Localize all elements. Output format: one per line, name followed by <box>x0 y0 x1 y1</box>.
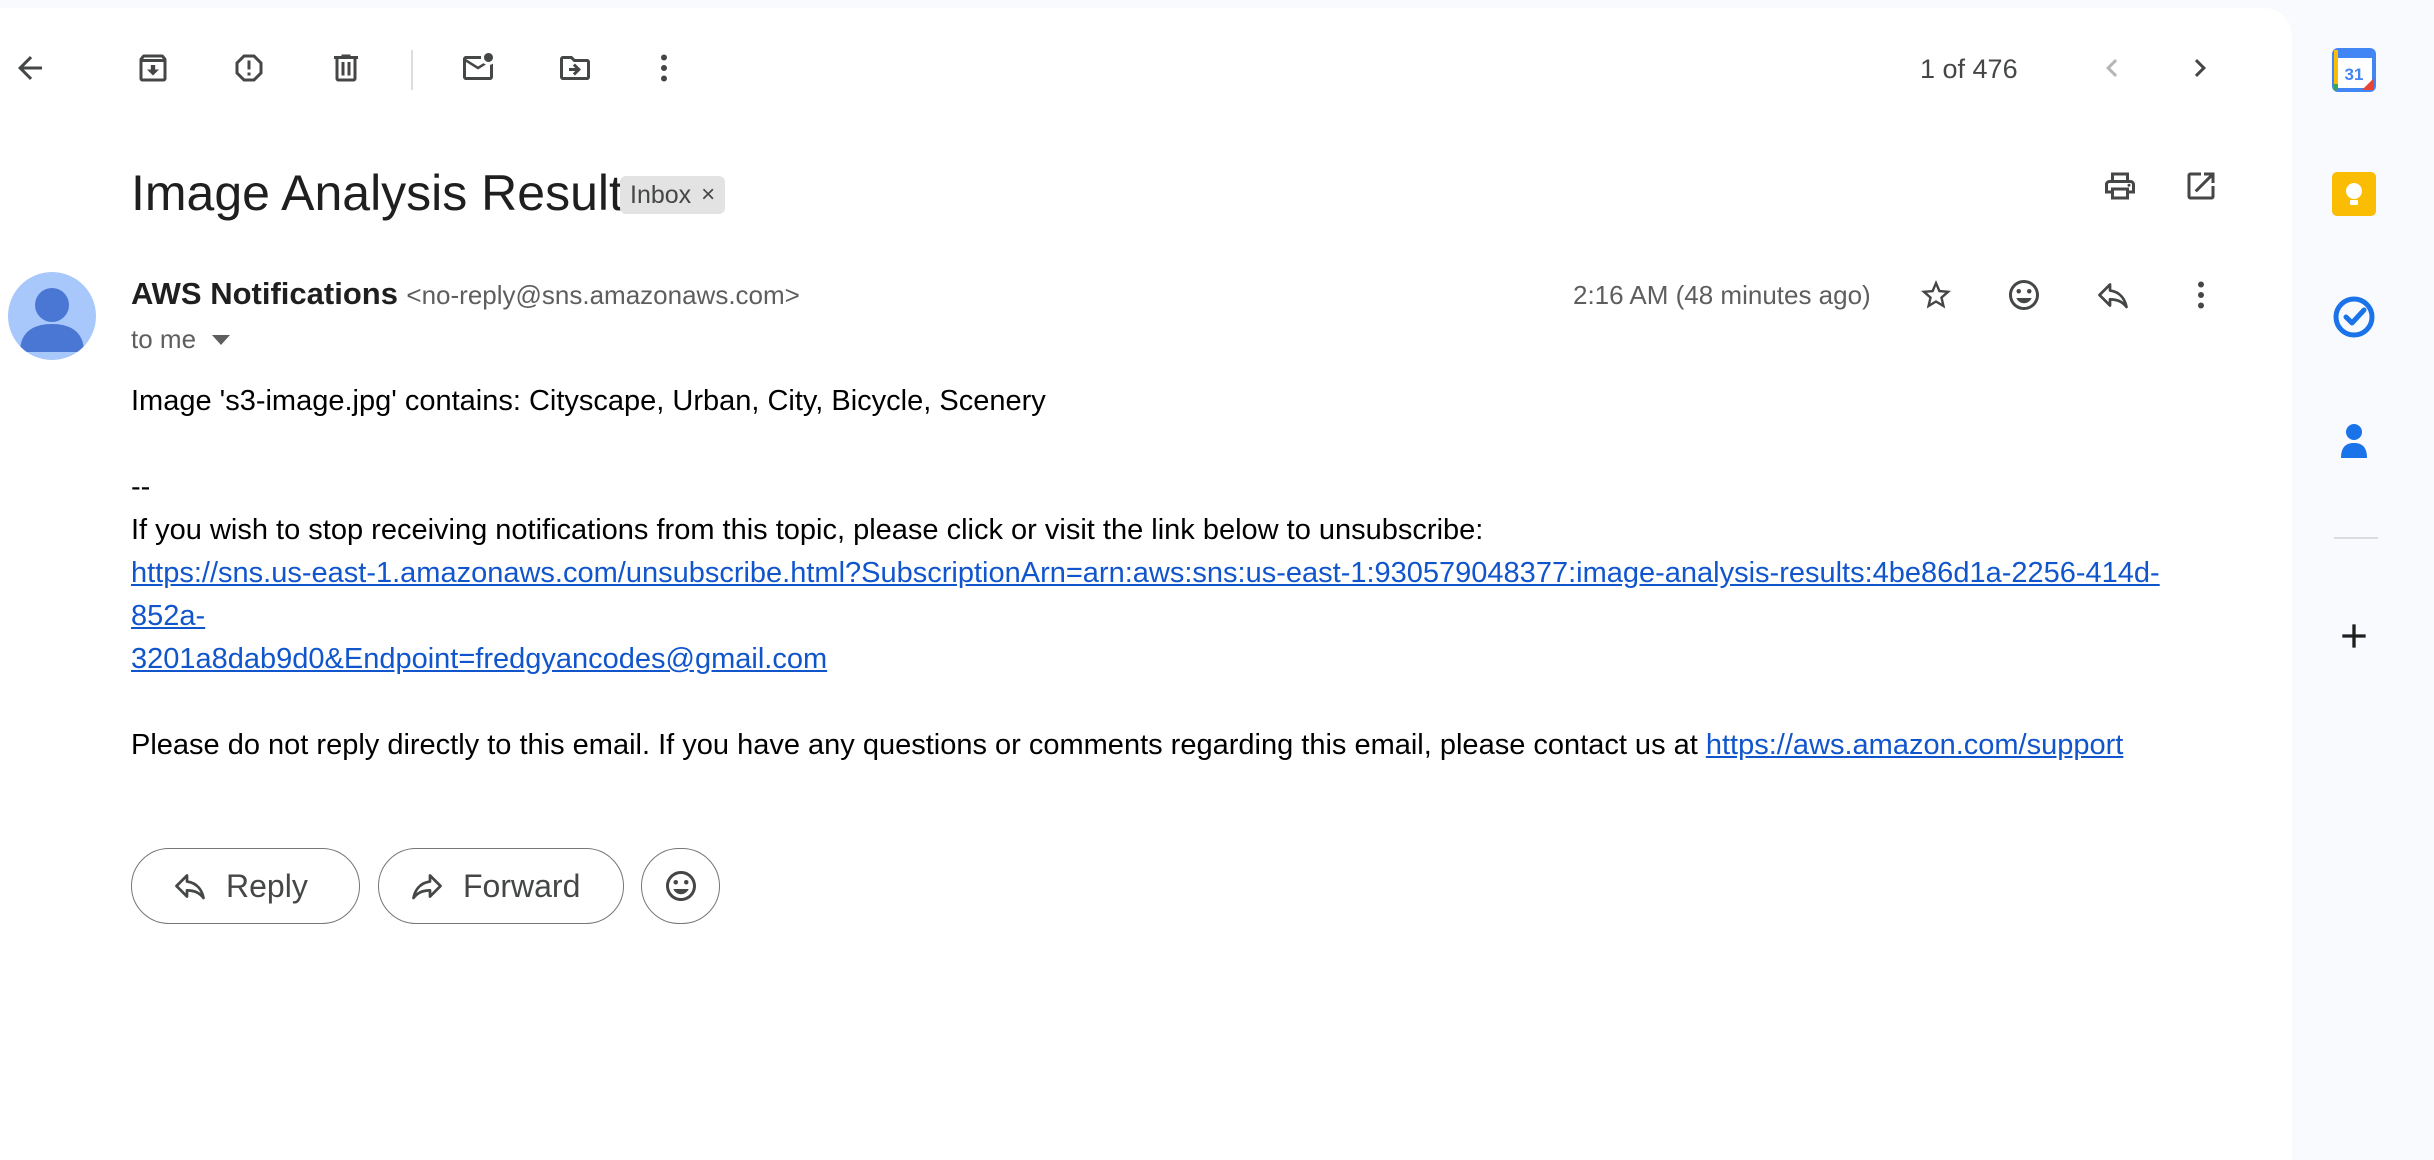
plus-icon <box>2342 624 2366 648</box>
contact-text: Please do not reply directly to this ema… <box>131 729 1706 761</box>
mark-unread-button[interactable] <box>448 38 508 98</box>
open-in-new-icon <box>2187 172 2215 200</box>
pager-count: 1 of 476 <box>1920 54 2018 84</box>
report-spam-button[interactable] <box>219 38 279 98</box>
more-options-button[interactable] <box>634 38 694 98</box>
forward-button[interactable]: Forward <box>378 848 624 924</box>
contacts-app-button[interactable] <box>2328 414 2380 466</box>
add-reaction-button[interactable] <box>1994 265 2054 325</box>
toolbar-divider <box>411 50 413 90</box>
get-addons-button[interactable] <box>2328 610 2380 662</box>
reply-label: Reply <box>226 867 308 904</box>
email-timestamp: 2:16 AM (48 minutes ago) <box>1573 280 1871 310</box>
sender-line: AWS Notifications <no-reply@sns.amazonaw… <box>131 276 800 312</box>
move-folder-icon <box>560 56 590 80</box>
emoji-icon <box>665 871 696 901</box>
report-icon <box>235 54 263 82</box>
reply-button[interactable]: Reply <box>131 848 360 924</box>
move-to-button[interactable] <box>545 38 605 98</box>
chevron-right-icon <box>2194 59 2206 77</box>
unsubscribe-link[interactable]: https://sns.us-east-1.amazonaws.com/unsu… <box>131 557 2160 675</box>
more-vert-icon <box>661 54 667 82</box>
reply-icon <box>2098 283 2128 309</box>
print-button[interactable] <box>2090 156 2150 216</box>
show-details-icon[interactable] <box>212 334 231 345</box>
print-icon <box>2105 172 2135 200</box>
trash-icon <box>334 54 358 82</box>
more-vert-icon <box>2198 281 2204 309</box>
star-button[interactable] <box>1906 265 1966 325</box>
reply-icon-button[interactable] <box>2083 265 2143 325</box>
email-subject: Image Analysis Result <box>131 165 623 221</box>
calendar-app-button[interactable]: 31 <box>2328 44 2380 96</box>
emoji-icon <box>2009 280 2039 310</box>
inbox-label-chip[interactable]: Inbox × <box>620 176 726 214</box>
person-icon <box>20 288 84 352</box>
newer-button[interactable] <box>2082 38 2142 98</box>
message-more-button[interactable] <box>2171 265 2231 325</box>
react-button[interactable] <box>641 848 720 924</box>
archive-button[interactable] <box>123 38 183 98</box>
email-body: Image 's3-image.jpg' contains: Cityscape… <box>131 380 2231 767</box>
open-new-window-button[interactable] <box>2171 156 2231 216</box>
keep-bulb-icon <box>2332 172 2376 216</box>
analysis-result-text: Image 's3-image.jpg' contains: Cityscape… <box>131 385 1046 417</box>
star-outline-icon <box>1921 280 1951 309</box>
reply-icon <box>175 874 205 900</box>
signature-separator: -- <box>131 471 151 503</box>
keep-app-button[interactable] <box>2328 168 2380 220</box>
forward-icon <box>412 874 442 900</box>
sender-email: <no-reply@sns.amazonaws.com> <box>406 280 800 310</box>
contacts-icon <box>2341 424 2367 458</box>
recipient-line: to me <box>131 324 231 355</box>
message-view: 1 of 476 Image Analysis Result Inbox × A… <box>0 8 2292 1160</box>
delete-button[interactable] <box>316 38 376 98</box>
unsubscribe-text: If you wish to stop receiving notificati… <box>131 514 1484 546</box>
sender-name[interactable]: AWS Notifications <box>131 276 398 311</box>
label-name: Inbox <box>630 180 692 209</box>
remove-label-icon[interactable]: × <box>701 181 715 209</box>
chevron-left-icon <box>2106 59 2118 77</box>
contact-paragraph: Please do not reply directly to this ema… <box>131 724 2231 767</box>
tasks-icon <box>2333 296 2375 338</box>
sender-avatar[interactable] <box>8 272 96 360</box>
recipient-text: to me <box>131 324 197 354</box>
mail-unread-icon <box>463 53 493 80</box>
side-panel-divider <box>2334 537 2378 539</box>
forward-label: Forward <box>463 867 581 904</box>
support-link[interactable]: https://aws.amazon.com/support <box>1706 729 2123 761</box>
back-button[interactable] <box>0 38 60 98</box>
calendar-day: 31 <box>2345 65 2364 84</box>
calendar-icon: 31 <box>2332 48 2376 92</box>
older-button[interactable] <box>2170 38 2230 98</box>
arrow-left-icon <box>18 56 42 80</box>
tasks-app-button[interactable] <box>2328 291 2380 343</box>
archive-icon <box>139 54 167 82</box>
